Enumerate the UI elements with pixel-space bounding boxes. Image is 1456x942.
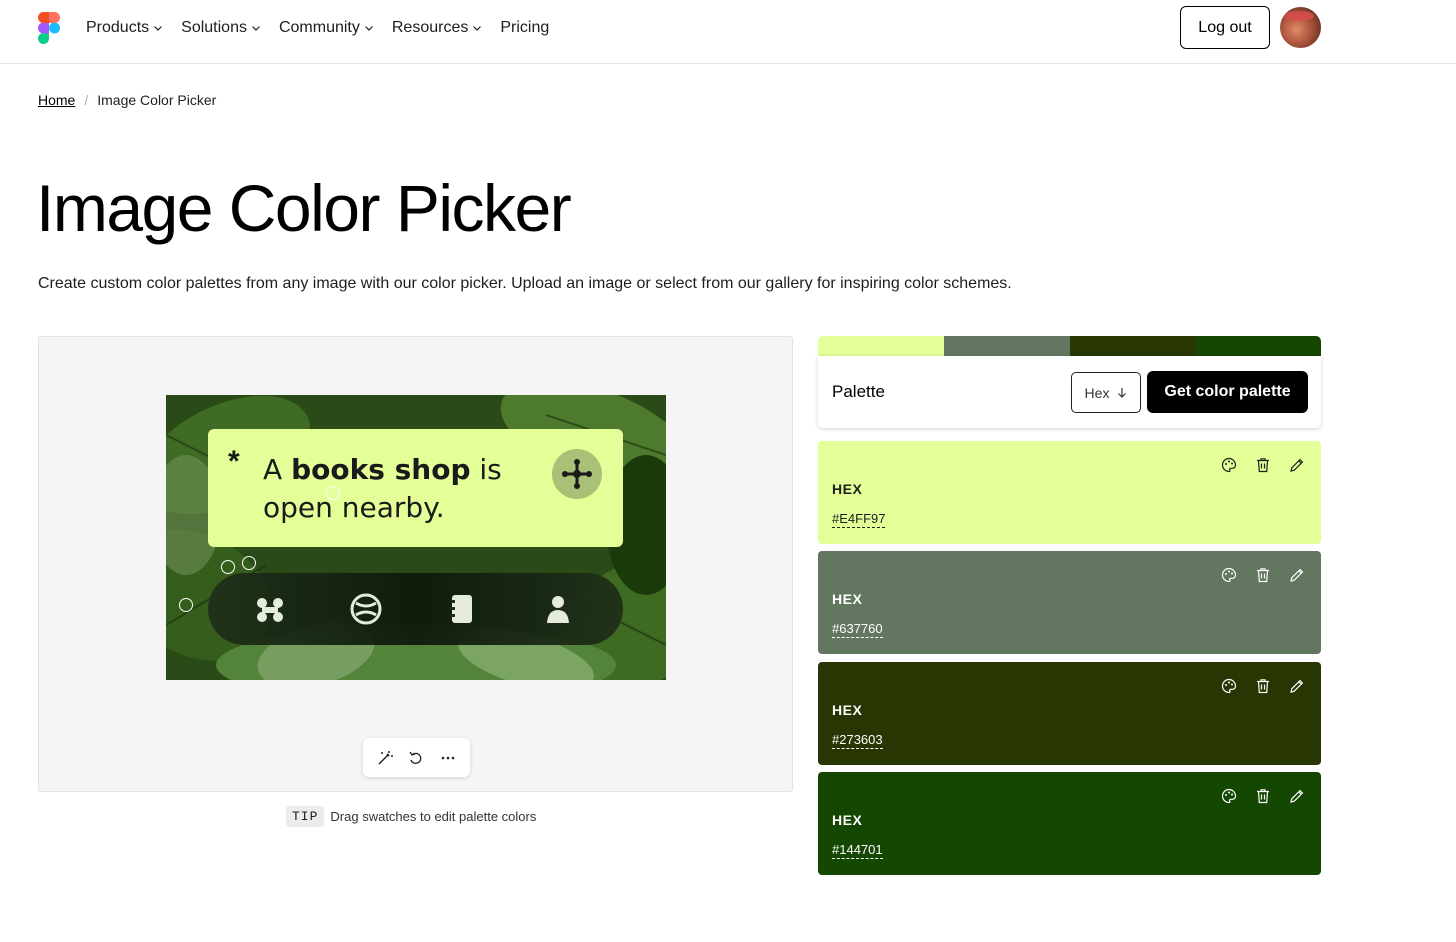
- network-icon: [257, 598, 283, 622]
- more-options-icon[interactable]: [437, 747, 459, 769]
- breadcrumb-separator: /: [84, 92, 89, 108]
- nav-item-label: Pricing: [500, 19, 550, 36]
- palette-preview-strip: [818, 336, 1321, 356]
- trash-icon[interactable]: [1253, 786, 1273, 806]
- swatch-actions: [1219, 676, 1307, 696]
- get-color-palette-button[interactable]: Get color palette: [1147, 371, 1308, 413]
- undo-icon[interactable]: [405, 747, 427, 769]
- notebook-icon: [450, 595, 472, 623]
- card-text-bold: books shop: [291, 453, 471, 486]
- page-subtitle: Create custom color palettes from any im…: [38, 275, 1012, 292]
- breadcrumb-current: Image Color Picker: [97, 92, 217, 108]
- color-picker-handle[interactable]: [221, 560, 235, 574]
- palette-strip-color: [818, 336, 944, 356]
- breadcrumb-home-link[interactable]: Home: [38, 92, 75, 108]
- tip-text: Drag swatches to edit palette colors: [330, 809, 537, 824]
- image-panel: * A books shop is open nearby.: [38, 336, 793, 792]
- user-icon: [547, 596, 569, 623]
- swatch-format-label: HEX: [832, 481, 863, 497]
- swatch-format-label: HEX: [832, 591, 863, 607]
- nav-item-solutions[interactable]: Solutions: [181, 19, 261, 37]
- tip-badge: TIP: [286, 806, 325, 827]
- swatch-hex-value[interactable]: #E4FF97: [832, 511, 886, 528]
- color-picker-handle[interactable]: [326, 486, 340, 500]
- arrow-down-icon: [1118, 387, 1127, 398]
- trash-icon[interactable]: [1253, 676, 1273, 696]
- format-select-value: Hex: [1084, 384, 1110, 401]
- trash-icon[interactable]: [1253, 565, 1273, 585]
- chevron-down-icon: [473, 26, 482, 31]
- nav-item-community[interactable]: Community: [279, 19, 374, 37]
- swatch-actions: [1219, 565, 1307, 585]
- nav-item-products[interactable]: Products: [86, 19, 163, 37]
- palette-icon[interactable]: [1219, 565, 1239, 585]
- nav-item-label: Products: [86, 19, 150, 36]
- asterisk-icon: *: [228, 445, 240, 478]
- swatch-hex-value[interactable]: #273603: [832, 732, 883, 749]
- pencil-icon[interactable]: [1287, 676, 1307, 696]
- nav-item-label: Community: [278, 19, 360, 36]
- palette-icon[interactable]: [1219, 786, 1239, 806]
- swatch-hex-value[interactable]: #637760: [832, 621, 883, 638]
- image-card-bar: [208, 573, 623, 645]
- nav-item-resources[interactable]: Resources: [392, 19, 482, 37]
- swatch-actions: [1219, 786, 1307, 806]
- tip-note: TIP Drag swatches to edit palette colors: [286, 806, 536, 827]
- swatch-format-label: HEX: [832, 812, 863, 828]
- pencil-icon[interactable]: [1287, 786, 1307, 806]
- swatch-hex-value[interactable]: #144701: [832, 842, 883, 859]
- card-text-line2: open nearby.: [263, 491, 445, 524]
- uploaded-image[interactable]: * A books shop is open nearby.: [166, 395, 666, 680]
- color-swatch[interactable]: HEX #144701: [818, 772, 1321, 875]
- nav-item-pricing[interactable]: Pricing: [500, 19, 549, 37]
- breadcrumb: Home / Image Color Picker: [38, 92, 216, 108]
- globe-icon: [350, 593, 382, 625]
- color-picker-handle[interactable]: [179, 598, 193, 612]
- palette-strip-color: [943, 336, 1070, 356]
- palette-icon[interactable]: [1219, 455, 1239, 475]
- image-card-top: * A books shop is open nearby.: [208, 429, 623, 547]
- color-swatch[interactable]: HEX #637760: [818, 551, 1321, 654]
- palette-header: Palette Hex Get color palette: [818, 356, 1321, 428]
- figma-logo-icon[interactable]: [38, 12, 60, 44]
- swatch-format-label: HEX: [832, 702, 863, 718]
- logout-button[interactable]: Log out: [1180, 6, 1270, 49]
- image-toolbar: [363, 738, 470, 777]
- nav-item-label: Resources: [391, 19, 469, 36]
- format-select[interactable]: Hex: [1071, 372, 1141, 413]
- move-icon: [552, 449, 602, 499]
- top-navigation: Products Solutions Community Resources P…: [0, 0, 1456, 64]
- page-title: Image Color Picker: [36, 171, 572, 245]
- magic-wand-icon[interactable]: [374, 747, 396, 769]
- pencil-icon[interactable]: [1287, 565, 1307, 585]
- image-card-text: A books shop is open nearby.: [263, 451, 502, 527]
- chevron-down-icon: [364, 26, 373, 31]
- palette-icon[interactable]: [1219, 676, 1239, 696]
- swatch-actions: [1219, 455, 1307, 475]
- palette-label: Palette: [832, 382, 885, 401]
- pencil-icon[interactable]: [1287, 455, 1307, 475]
- chevron-down-icon: [154, 26, 163, 31]
- color-swatch[interactable]: HEX #273603: [818, 662, 1321, 765]
- card-text-prefix: A: [263, 453, 283, 486]
- color-swatch[interactable]: HEX #E4FF97: [818, 441, 1321, 544]
- card-text-suffix: is: [479, 453, 502, 486]
- palette-strip-color: [1069, 336, 1196, 356]
- color-picker-handle[interactable]: [242, 556, 256, 570]
- trash-icon[interactable]: [1253, 455, 1273, 475]
- user-avatar[interactable]: [1280, 7, 1321, 48]
- nav-item-label: Solutions: [181, 19, 247, 36]
- chevron-down-icon: [252, 26, 260, 31]
- palette-strip-color: [1195, 336, 1321, 356]
- nav-menu: Products Solutions Community Resources P…: [86, 0, 567, 56]
